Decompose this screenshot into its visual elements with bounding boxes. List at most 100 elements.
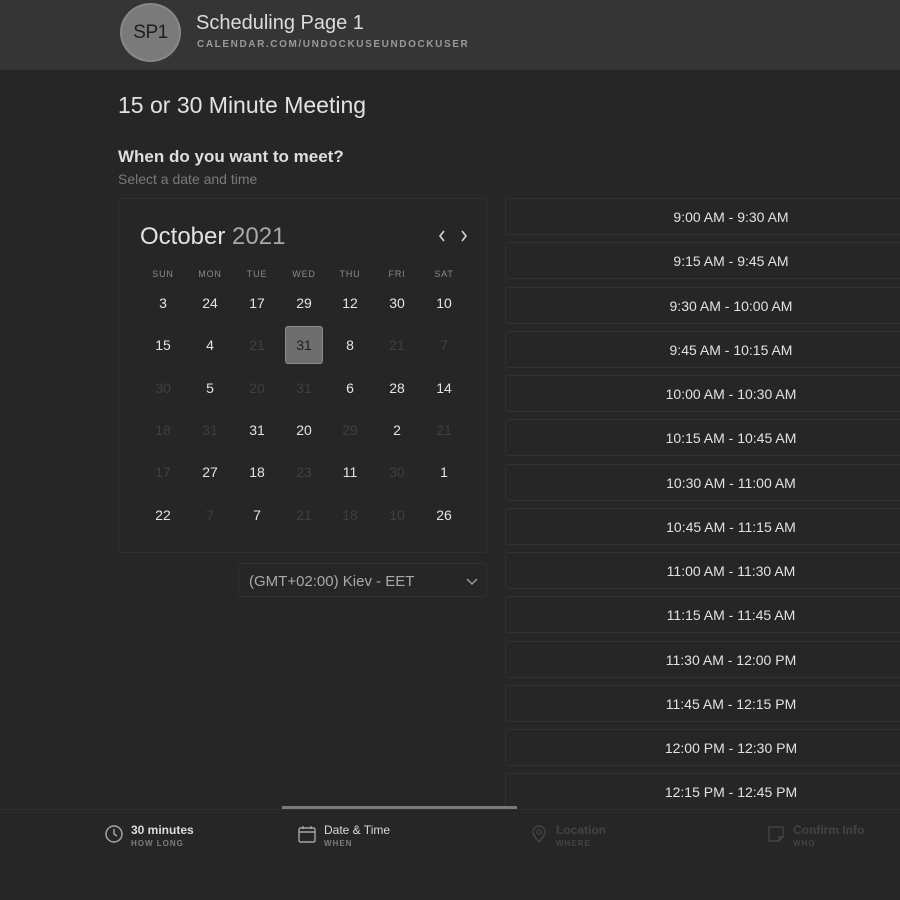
calendar-day[interactable]: 11 bbox=[331, 453, 369, 491]
time-slot-button[interactable]: 11:15 AM - 11:45 AM bbox=[505, 596, 900, 634]
time-slot-label: 11:00 AM - 11:30 AM bbox=[666, 563, 796, 579]
calendar-day: 30 bbox=[155, 379, 171, 396]
time-slot-button[interactable]: 9:45 AM - 10:15 AM bbox=[505, 330, 900, 368]
calendar-month: October bbox=[140, 223, 226, 250]
calendar-day[interactable]: 15 bbox=[144, 326, 182, 364]
calendar-day: 21 bbox=[296, 506, 312, 523]
time-slot-button[interactable]: 9:15 AM - 9:45 AM bbox=[505, 242, 900, 280]
chevron-down-icon bbox=[466, 578, 478, 586]
calendar-day[interactable]: 30 bbox=[378, 284, 416, 322]
calendar-day[interactable]: 31 bbox=[238, 411, 276, 449]
calendar-day[interactable]: 6 bbox=[331, 369, 369, 407]
active-step-indicator bbox=[282, 806, 517, 809]
step-subtitle: WHERE bbox=[556, 839, 591, 848]
calendar-year: 2021 bbox=[232, 223, 286, 250]
time-slot-button[interactable]: 10:45 AM - 11:15 AM bbox=[505, 507, 900, 545]
weekday-label: THU bbox=[339, 269, 361, 279]
page-url[interactable]: CALENDAR.COM/UNDOCKUSEUNDOCKUSER bbox=[197, 39, 469, 50]
calendar-day[interactable]: 12 bbox=[331, 284, 369, 322]
calendar-day[interactable]: 4 bbox=[191, 326, 229, 364]
chevron-left-icon bbox=[438, 230, 445, 242]
time-slot-label: 10:45 AM - 11:15 AM bbox=[666, 518, 796, 535]
step-title: Date & Time bbox=[324, 823, 391, 837]
calendar-day[interactable]: 5 bbox=[191, 369, 229, 407]
meeting-title: 15 or 30 Minute Meeting bbox=[118, 92, 367, 118]
step-subtitle: HOW LONG bbox=[131, 839, 184, 848]
calendar-day[interactable]: 20 bbox=[285, 411, 323, 449]
calendar-day[interactable]: 26 bbox=[425, 496, 463, 534]
chevron-right-icon bbox=[461, 230, 468, 242]
step-subtitle: WHO bbox=[793, 839, 816, 848]
calendar-day: 23 bbox=[296, 464, 312, 481]
location-pin-icon bbox=[532, 825, 546, 844]
weekday-label: WED bbox=[292, 269, 316, 279]
calendar-day[interactable]: 24 bbox=[191, 284, 229, 322]
calendar-day-selected[interactable]: 31 bbox=[285, 326, 323, 365]
time-slot-button[interactable]: 11:30 AM - 12:00 PM bbox=[505, 640, 900, 678]
when-question: When do you want to meet? bbox=[118, 147, 344, 166]
calendar-day[interactable]: 3 bbox=[144, 284, 182, 322]
time-slot-button[interactable]: 12:00 PM - 12:30 PM bbox=[505, 729, 900, 766]
calendar-day[interactable]: 14 bbox=[425, 369, 463, 407]
time-slot-label: 9:45 AM - 10:15 AM bbox=[669, 341, 793, 358]
time-slot-label: 10:15 AM - 10:45 AM bbox=[665, 430, 797, 447]
calendar-day: 17 bbox=[155, 464, 171, 481]
calendar-day[interactable]: 17 bbox=[238, 284, 276, 322]
calendar-day: 18 bbox=[155, 421, 171, 438]
weekday-label: SUN bbox=[152, 269, 174, 279]
calendar-day[interactable]: 2 bbox=[378, 411, 416, 449]
calendar-month-year: October 2021 bbox=[140, 223, 285, 251]
time-slot-button[interactable]: 9:30 AM - 10:00 AM bbox=[505, 286, 900, 324]
time-slot-button[interactable]: 10:15 AM - 10:45 AM bbox=[505, 419, 900, 457]
prev-month-button[interactable] bbox=[432, 225, 452, 247]
time-slot-button[interactable]: 10:00 AM - 10:30 AM bbox=[505, 375, 900, 412]
avatar: SP1 bbox=[120, 3, 181, 62]
calendar-day[interactable]: 27 bbox=[191, 453, 229, 491]
time-slot-label: 12:15 PM - 12:45 PM bbox=[664, 784, 798, 801]
step-title: Location bbox=[556, 823, 606, 837]
clock-icon bbox=[105, 825, 123, 843]
page-name: Scheduling Page 1 bbox=[196, 12, 364, 34]
calendar-day[interactable]: 29 bbox=[285, 284, 323, 322]
time-slot-label: 9:30 AM - 10:00 AM bbox=[669, 297, 793, 314]
time-slot-label: 11:45 AM - 12:15 PM bbox=[665, 695, 797, 712]
calendar-day: 31 bbox=[202, 421, 218, 438]
calendar-day: 21 bbox=[389, 337, 405, 354]
time-slot-label: 11:30 AM - 12:00 PM bbox=[665, 651, 797, 668]
calendar-day[interactable]: 10 bbox=[425, 284, 463, 322]
weekday-label: TUE bbox=[246, 269, 268, 279]
calendar-day: 20 bbox=[249, 379, 265, 396]
calendar-day[interactable]: 1 bbox=[425, 453, 463, 491]
time-slot-label: 11:15 AM - 11:45 AM bbox=[666, 607, 796, 624]
calendar-day: 30 bbox=[389, 464, 405, 481]
calendar-day: 31 bbox=[296, 379, 312, 396]
timezone-select[interactable]: (GMT+02:00) Kiev - EET bbox=[238, 563, 487, 597]
calendar-day[interactable]: 7 bbox=[238, 496, 276, 534]
step-title: Confirm Info bbox=[793, 823, 865, 837]
calendar-day[interactable]: 22 bbox=[144, 496, 182, 534]
time-slot-button[interactable]: 11:00 AM - 11:30 AM bbox=[505, 552, 900, 589]
calendar-icon bbox=[298, 826, 316, 843]
calendar-day: 21 bbox=[249, 337, 265, 354]
time-slot-button[interactable]: 12:15 PM - 12:45 PM bbox=[505, 773, 900, 811]
calendar-day: 7 bbox=[440, 337, 448, 354]
time-slot-label: 10:00 AM - 10:30 AM bbox=[665, 386, 797, 402]
calendar: October 2021 SUN MON TUE WED THU FRI SAT 3 24 17 2… bbox=[118, 198, 487, 553]
next-month-button[interactable] bbox=[454, 225, 474, 247]
calendar-day: 29 bbox=[342, 421, 358, 438]
timezone-label: (GMT+02:00) Kiev - EET bbox=[249, 573, 415, 590]
calendar-day[interactable]: 18 bbox=[238, 453, 276, 491]
calendar-day[interactable]: 28 bbox=[378, 369, 416, 407]
calendar-day[interactable]: 8 bbox=[331, 326, 369, 364]
time-slot-label: 9:15 AM - 9:45 AM bbox=[673, 253, 789, 270]
time-slot-label: 10:30 AM - 11:00 AM bbox=[666, 474, 796, 491]
header: SP1 Scheduling Page 1 CALENDAR.COM/UNDOC… bbox=[0, 0, 900, 70]
time-slot-button[interactable]: 11:45 AM - 12:15 PM bbox=[505, 684, 900, 722]
time-slot-label: 9:00 AM - 9:30 AM bbox=[673, 209, 789, 225]
time-slot-button[interactable]: 10:30 AM - 11:00 AM bbox=[505, 463, 900, 501]
time-slot-label: 12:00 PM - 12:30 PM bbox=[664, 740, 798, 756]
calendar-day: 7 bbox=[206, 506, 214, 523]
step-title: 30 minutes bbox=[131, 823, 194, 837]
time-slot-button[interactable]: 9:00 AM - 9:30 AM bbox=[505, 198, 900, 235]
weekday-label: MON bbox=[198, 269, 222, 279]
